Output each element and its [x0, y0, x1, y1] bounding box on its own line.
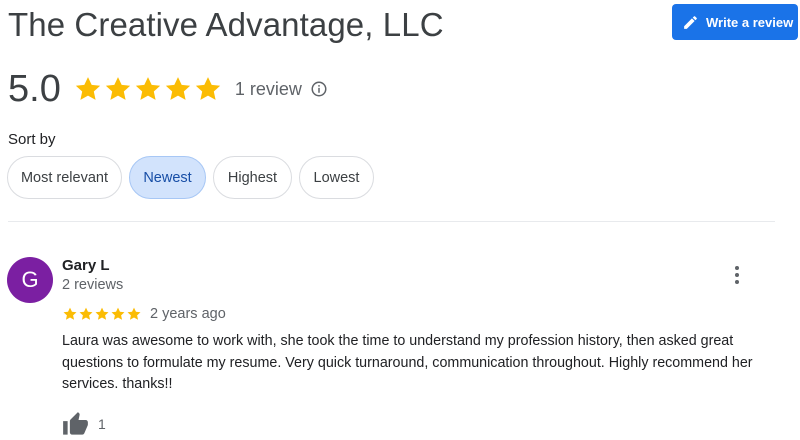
star-icon [95, 307, 109, 320]
star-icon [135, 77, 160, 100]
sort-chips: Most relevant Newest Highest Lowest [7, 156, 374, 199]
sort-chip-highest[interactable]: Highest [213, 156, 292, 199]
like-count: 1 [98, 416, 106, 432]
thumbs-up-icon[interactable] [62, 411, 89, 438]
business-title: The Creative Advantage, LLC [8, 6, 444, 43]
sort-chip-lowest[interactable]: Lowest [299, 156, 374, 199]
star-icon [195, 77, 220, 100]
divider [8, 221, 775, 222]
review-count[interactable]: 1 review [235, 79, 302, 100]
reviewer-review-count: 2 reviews [62, 277, 124, 293]
star-icon [165, 77, 190, 100]
more-vert-icon[interactable] [725, 262, 749, 288]
review-time: 2 years ago [150, 306, 226, 322]
star-icon [105, 77, 130, 100]
review-meta: 2 years ago [62, 304, 226, 324]
star-icon [111, 307, 125, 320]
info-icon[interactable] [310, 80, 328, 98]
review-text: Laura was awesome to work with, she took… [62, 333, 753, 392]
rating-summary: 5.0 1 review [8, 64, 328, 114]
sort-label: Sort by [8, 131, 56, 148]
rating-stars [73, 74, 223, 104]
star-icon [63, 307, 77, 320]
average-rating: 5.0 [8, 67, 61, 110]
sort-chip-most-relevant[interactable]: Most relevant [7, 156, 122, 199]
avatar[interactable]: G [7, 257, 53, 303]
star-icon [79, 307, 93, 320]
write-review-label: Write a review [706, 14, 794, 30]
star-icon [127, 307, 141, 320]
pencil-icon [684, 15, 697, 29]
reviewer-name[interactable]: Gary L [62, 257, 110, 274]
write-review-button[interactable]: Write a review [672, 4, 798, 40]
star-icon [75, 77, 100, 100]
review-stars [62, 306, 142, 322]
like-row: 1 [62, 409, 106, 439]
sort-chip-newest[interactable]: Newest [129, 156, 206, 199]
